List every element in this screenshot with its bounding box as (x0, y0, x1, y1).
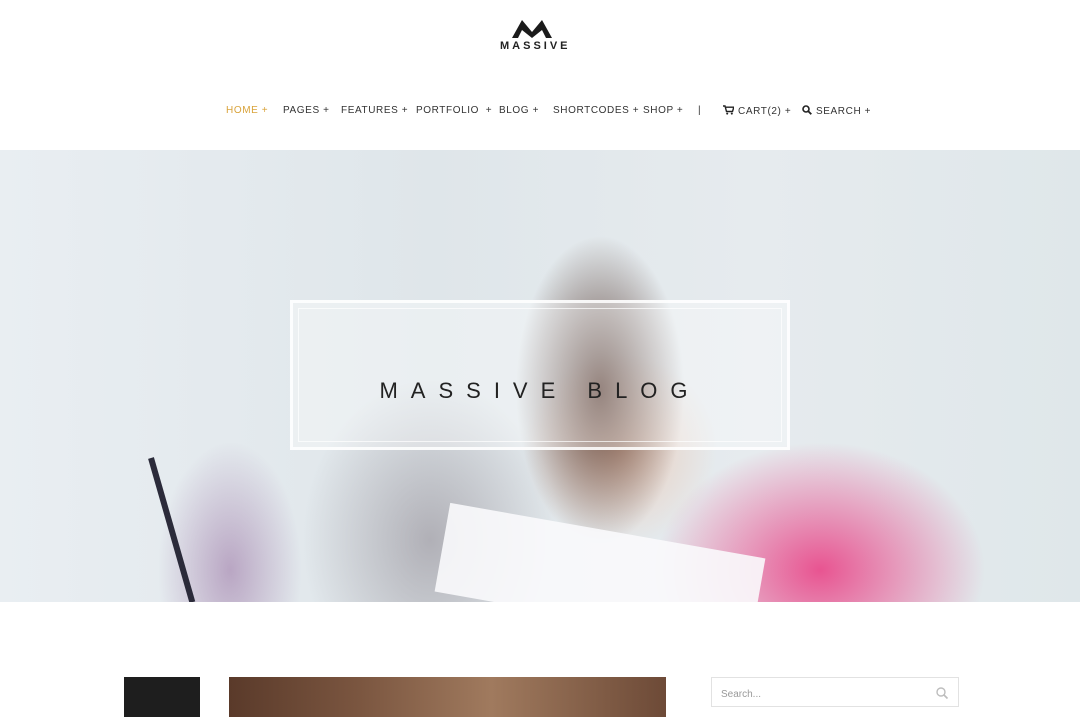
post-date-badge (124, 677, 200, 717)
search-icon (802, 105, 812, 115)
hero-banner: MASSIVE BLOG (0, 150, 1080, 602)
nav-item-home[interactable]: HOME + (226, 105, 268, 116)
nav-separator: | (698, 105, 701, 116)
nav-item-cart[interactable]: CART(2) + (723, 105, 791, 117)
post-featured-image[interactable] (229, 677, 666, 717)
nav-item-shop[interactable]: SHOP + (643, 105, 683, 116)
brand-name: MASSIVE (500, 40, 571, 52)
nav-item-blog[interactable]: BLOG + (499, 105, 539, 116)
search-label: SEARCH + (816, 106, 872, 117)
sidebar-search (711, 677, 959, 707)
hero-image-paper (434, 502, 766, 602)
nav-item-shortcodes[interactable]: SHORTCODES + (553, 105, 639, 116)
search-icon[interactable] (935, 686, 949, 700)
nav-item-pages[interactable]: PAGES + (283, 105, 330, 116)
site-logo[interactable]: MASSIVE (500, 18, 571, 60)
site-header: MASSIVE HOME + PAGES + FEATURES + PORTFO… (0, 0, 1080, 150)
massive-logo-icon (512, 20, 552, 38)
hero-image-laptop (148, 457, 196, 602)
cart-icon (723, 105, 734, 115)
nav-item-search[interactable]: SEARCH + (802, 105, 871, 117)
main-navigation: HOME + PAGES + FEATURES + PORTFOLIO + BL… (0, 105, 1080, 121)
nav-item-portfolio[interactable]: PORTFOLIO + (416, 105, 492, 116)
nav-item-features[interactable]: FEATURES + (341, 105, 408, 116)
page-title: MASSIVE BLOG (379, 377, 701, 403)
hero-title-frame: MASSIVE BLOG (290, 300, 790, 450)
cart-label: CART(2) + (738, 106, 792, 117)
